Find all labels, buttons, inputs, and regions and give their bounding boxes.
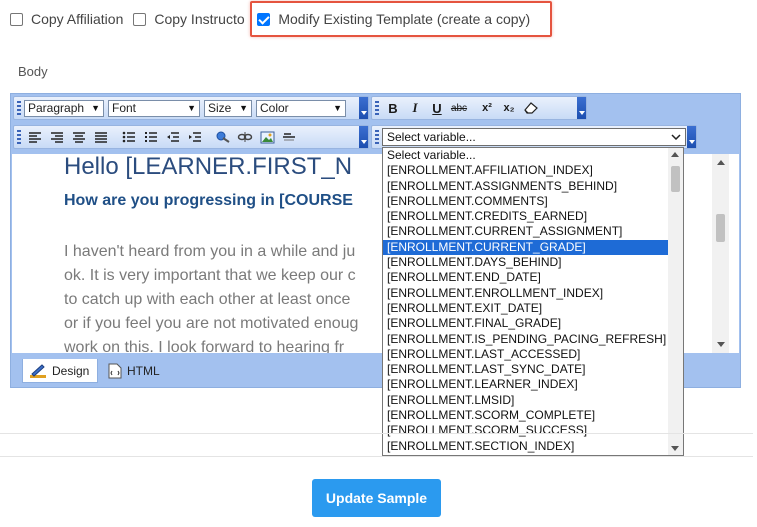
copy-affiliation-label: Copy Affiliation [31,11,124,27]
outdent-icon[interactable] [162,128,184,146]
eraser-icon[interactable] [520,99,542,117]
horizontal-rule-icon[interactable] [278,128,300,146]
paragraph-line: to catch up with each other at least onc… [64,291,351,308]
scroll-down-icon[interactable] [671,446,679,451]
variable-option[interactable]: [ENROLLMENT.DAYS_BEHIND] [383,255,683,270]
color-select-value: Color [260,101,289,115]
variable-option[interactable]: Select variable... [383,148,683,163]
copy-instructor-checkbox[interactable] [133,12,147,26]
chevron-down-icon: ▼ [91,103,100,113]
align-right-icon[interactable] [46,128,68,146]
body-label: Body [18,64,48,79]
tab-html-label: HTML [127,364,160,378]
align-center-icon[interactable] [68,128,90,146]
copy-affiliation-checkbox[interactable] [10,12,23,26]
toolbar-options-icon[interactable] [359,97,368,119]
unlink-icon[interactable] [234,128,256,146]
divider [0,433,753,434]
scroll-up-icon[interactable] [671,152,679,157]
format-toolbar: Paragraph ▼ Font ▼ Size ▼ Color ▼ [13,96,369,120]
paragraph-select-value: Paragraph [28,101,85,115]
variable-option[interactable]: [ENROLLMENT.LAST_ACCESSED] [383,347,683,362]
variable-option[interactable]: [ENROLLMENT.ASSIGNMENTS_BEHIND] [383,179,683,194]
scroll-down-icon[interactable] [717,342,725,347]
variable-option[interactable]: [ENROLLMENT.LAST_SYNC_DATE] [383,362,683,377]
color-select[interactable]: Color ▼ [256,99,346,117]
toolbar-options-icon[interactable] [687,126,696,148]
paragraph-line: or if you feel you are not motivated eno… [64,315,359,332]
scroll-thumb[interactable] [671,166,680,192]
variable-options: Select variable... [ENROLLMENT.AFFILIATIO… [383,148,683,454]
bold-button[interactable]: B [382,99,404,117]
toolbar-grip[interactable] [375,101,379,115]
update-sample-button[interactable]: Update Sample [312,479,441,517]
tab-design-label: Design [52,363,90,378]
html-document-icon [108,363,122,379]
style-toolbar: B I U abc x² x₂ [371,96,587,120]
size-select[interactable]: Size ▼ [204,99,252,117]
variable-dropdown-list: Select variable... [ENROLLMENT.AFFILIATIO… [382,147,684,456]
size-select-value: Size [208,101,232,115]
variable-select-value: Select variable... [387,130,476,144]
editor-scrollbar[interactable] [712,154,729,353]
toolbar-grip[interactable] [17,101,21,115]
document-paragraph: I haven't heard from you in a while and … [64,240,358,353]
document-subheading: How are you progressing in [COURSE [64,192,353,209]
numbered-list-icon[interactable] [140,128,162,146]
variable-option[interactable]: [ENROLLMENT.ENROLLMENT_INDEX] [383,286,683,301]
variable-option[interactable]: [ENROLLMENT.LMSID] [383,393,683,408]
font-select-value: Font [112,101,137,115]
variable-option[interactable]: [ENROLLMENT.CURRENT_GRADE] [383,239,683,256]
underline-button[interactable]: U [426,99,448,117]
toolbar-options-icon[interactable] [577,97,586,119]
paragraph-toolbar [13,125,369,149]
document-heading: Hello [LEARNER.FIRST_N [64,154,353,180]
toolbar-grip[interactable] [375,130,379,144]
scroll-thumb[interactable] [716,214,725,242]
variable-option[interactable]: [ENROLLMENT.FINAL_GRADE] [383,316,683,331]
copy-instructor-label: Copy Instructo [154,11,245,27]
toolbar-options-icon[interactable] [359,126,368,148]
font-select[interactable]: Font ▼ [108,99,200,117]
chevron-down-icon: ▼ [187,103,196,113]
paragraph-line: ok. It is very important that we keep ou… [64,267,356,284]
paragraph-line: I haven't heard from you in a while and … [64,243,356,260]
paragraph-line: work on this. I look forward to hearing … [64,339,345,353]
paragraph-select[interactable]: Paragraph ▼ [24,99,104,117]
chevron-down-icon [671,134,681,140]
tab-html[interactable]: HTML [102,359,172,383]
variable-option[interactable]: [ENROLLMENT.SCORM_COMPLETE] [383,408,683,423]
variable-select[interactable]: Select variable... [382,128,686,146]
indent-icon[interactable] [184,128,206,146]
scroll-up-icon[interactable] [717,160,725,165]
dropdown-scrollbar[interactable] [668,148,683,455]
image-icon[interactable] [256,128,278,146]
tab-design[interactable]: Design [22,359,98,383]
chevron-down-icon: ▼ [239,103,248,113]
divider [0,456,753,457]
variable-option[interactable]: [ENROLLMENT.LEARNER_INDEX] [383,377,683,392]
variable-option[interactable]: [ENROLLMENT.EXIT_DATE] [383,301,683,316]
justify-icon[interactable] [90,128,112,146]
insert-link-icon[interactable] [212,128,234,146]
variable-option[interactable]: [ENROLLMENT.AFFILIATION_INDEX] [383,163,683,178]
highlight-box [250,1,552,37]
bullet-list-icon[interactable] [118,128,140,146]
superscript-button[interactable]: x² [476,99,498,117]
strikethrough-button[interactable]: abc [448,99,470,117]
align-left-icon[interactable] [24,128,46,146]
subscript-button[interactable]: x₂ [498,99,520,117]
variable-option[interactable]: [ENROLLMENT.END_DATE] [383,270,683,285]
variable-option[interactable]: [ENROLLMENT.IS_PENDING_PACING_REFRESH] [383,332,683,347]
variable-option[interactable]: [ENROLLMENT.COMMENTS] [383,194,683,209]
variable-option[interactable]: [ENROLLMENT.CURRENT_ASSIGNMENT] [383,224,683,239]
chevron-down-icon: ▼ [333,103,342,113]
variable-option[interactable]: [ENROLLMENT.SECTION_INDEX] [383,439,683,454]
design-pencil-icon [30,363,46,378]
variable-option[interactable]: [ENROLLMENT.CREDITS_EARNED] [383,209,683,224]
variable-option[interactable]: [ENROLLMENT.SCORM_SUCCESS] [383,423,683,438]
toolbar-grip[interactable] [17,130,21,144]
italic-button[interactable]: I [404,99,426,117]
